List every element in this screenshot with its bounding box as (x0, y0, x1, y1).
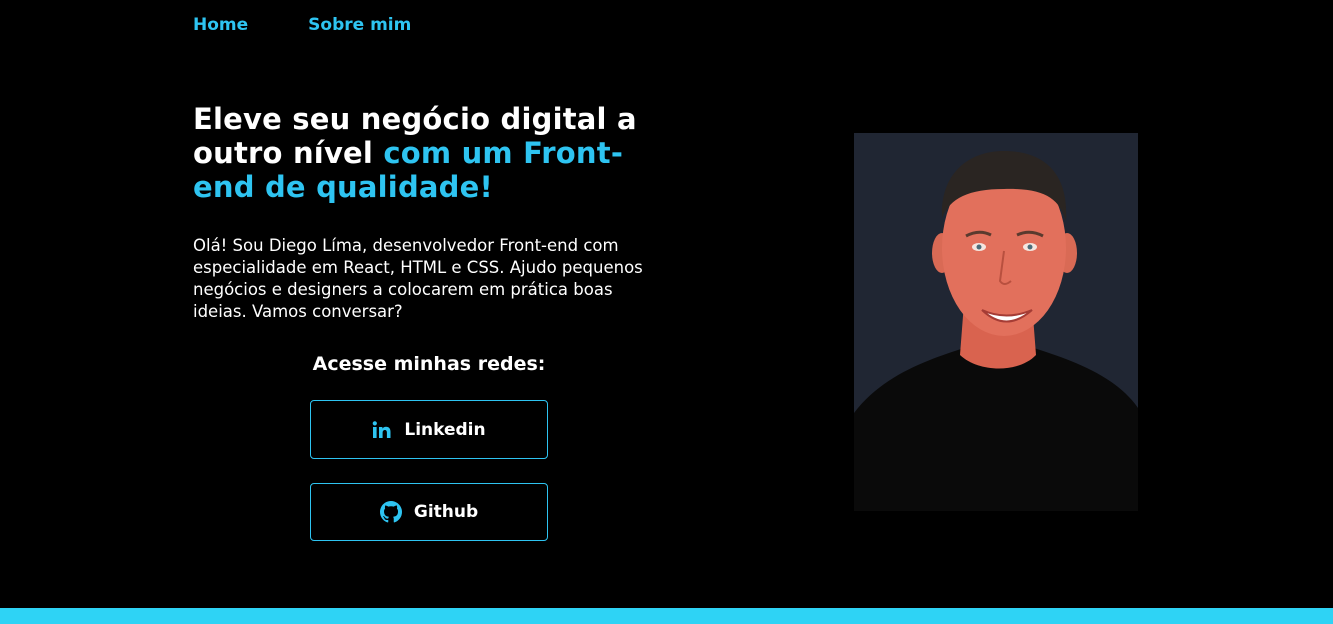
bottom-accent-bar (0, 608, 1333, 624)
nav-link-sobre-mim[interactable]: Sobre mim (308, 14, 411, 36)
hero-headline: Eleve seu negócio digital a outro nível … (193, 102, 683, 204)
linkedin-icon (372, 420, 392, 439)
linkedin-button[interactable]: Linkedin (310, 400, 548, 459)
nav-link-home[interactable]: Home (193, 14, 248, 36)
hero-intro-text: Olá! Sou Diego Líma, desenvolvedor Front… (193, 236, 643, 321)
top-nav: Home Sobre mim (193, 14, 411, 36)
linkedin-button-label: Linkedin (404, 419, 486, 440)
github-button[interactable]: Github (310, 483, 548, 541)
github-button-label: Github (413, 502, 479, 522)
profile-photo-illustration (854, 133, 1138, 511)
profile-photo (854, 133, 1138, 511)
github-icon (379, 501, 402, 523)
networks-title: Acesse minhas redes: (312, 353, 546, 375)
